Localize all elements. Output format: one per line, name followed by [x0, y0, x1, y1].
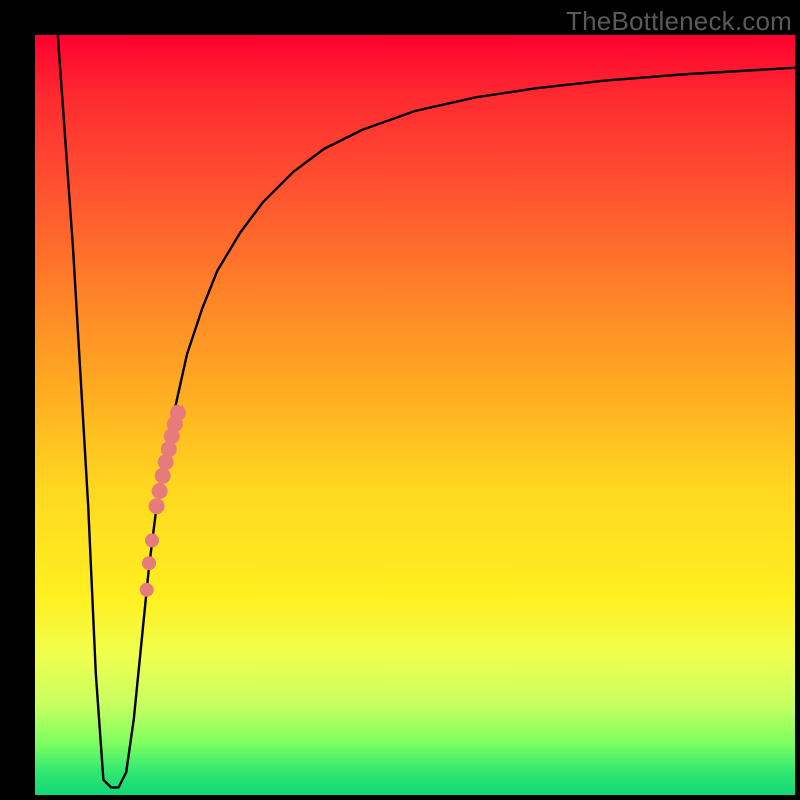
- watermark-text: TheBottleneck.com: [566, 6, 792, 37]
- marker-dot: [155, 468, 171, 484]
- marker-dot: [142, 556, 156, 570]
- marker-dot: [145, 533, 159, 547]
- plot-area: [35, 35, 795, 795]
- chart-svg: [35, 35, 795, 795]
- chart-frame: TheBottleneck.com: [0, 0, 800, 800]
- bottleneck-curve: [58, 35, 795, 787]
- marker-dot: [140, 583, 154, 597]
- highlighted-points: [140, 405, 186, 597]
- marker-dot: [149, 498, 165, 514]
- marker-dot: [170, 405, 186, 421]
- marker-dot: [152, 483, 168, 499]
